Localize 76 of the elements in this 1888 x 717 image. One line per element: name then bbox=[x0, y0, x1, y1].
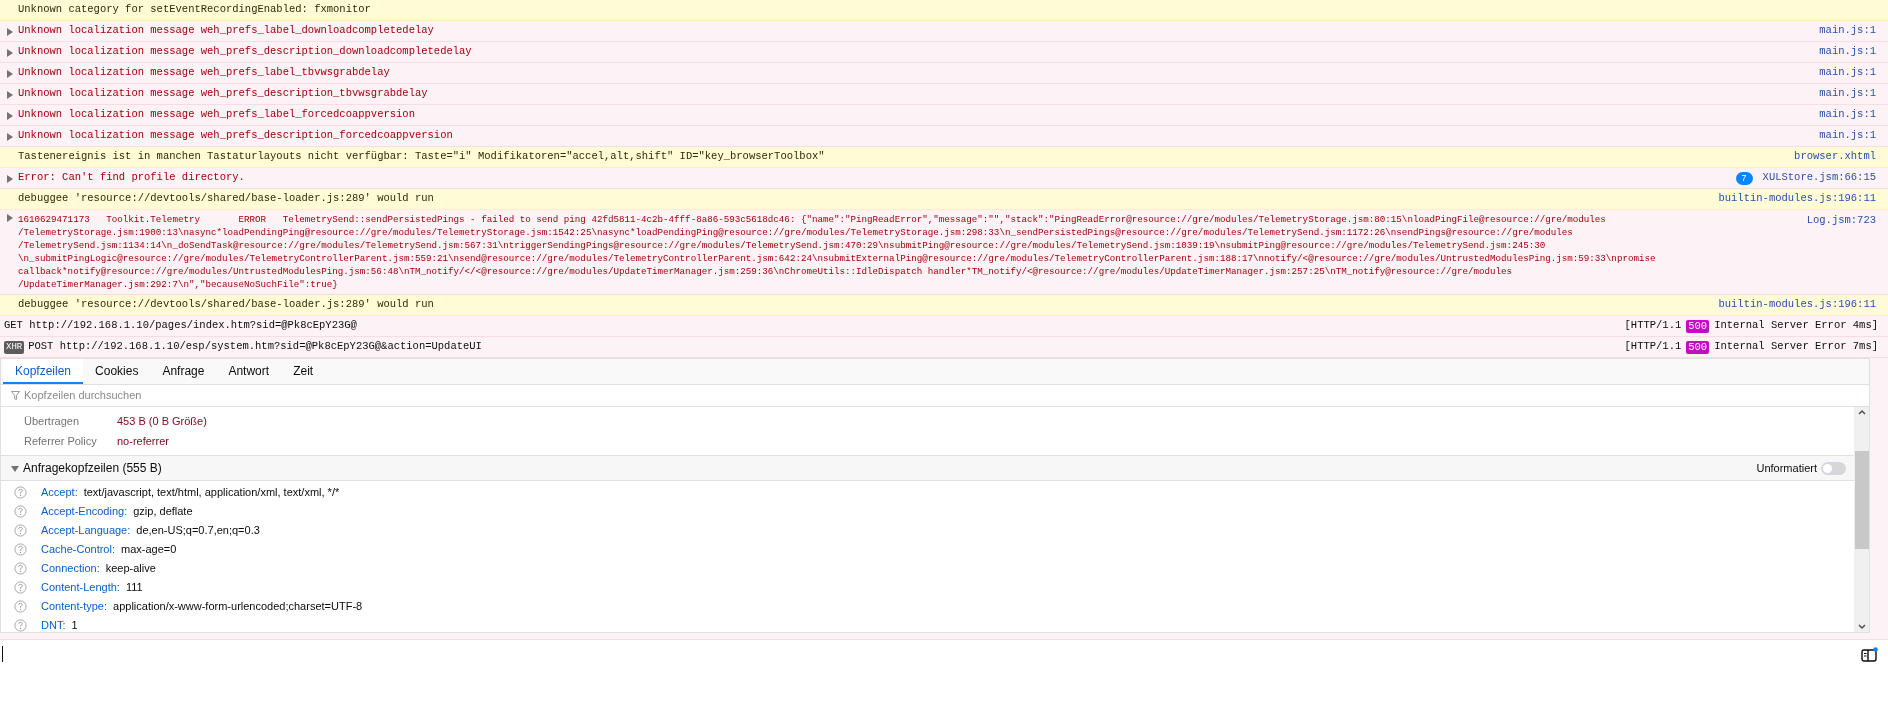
message-text: Unknown localization message weh_prefs_description_downloadcompletedelay bbox=[18, 44, 472, 60]
filter-icon bbox=[11, 391, 20, 400]
source-link[interactable]: main.js:1 bbox=[1819, 65, 1876, 81]
expand-arrow-icon[interactable] bbox=[6, 111, 14, 120]
source-link[interactable]: XULStore.jsm:66:15 bbox=[1762, 170, 1876, 186]
message-text: 1610629471173 Toolkit.Telemetry ERROR TelemetrySend::sendPersistedPings - failed to send ping 42fd5811-4c2b-4fff-8a86-593c5618dc46: {"name":"PingReadError","message":"","stack":"PingReadError@resource://gre/modules/TelemetryStorage.jsm:80:15\nloadPingFile@resource://gre/modules /TelemetryStorage.jsm:1900:13\nasync*loadPendingPing@resource://gre/modules/TelemetryStorage.jsm:1542:25\nasync*loadPendingPing@resource://gre/modules/TelemetryStorage.jsm:298:33\n_sendPersistedPings@resource://gre/modules/TelemetrySend.jsm:1172:26\nsendPings@resource://gre/modules /TelemetrySend.jsm:1134:14\n_doSendTask@resource://gre/modules/TelemetrySend.jsm:567:31\ntriggerSendingPings@resource://gre/modules/TelemetrySend.jsm:470:29\nsubmitPing@resource://gre/modules/TelemetrySend.jsm:1039:19\nsubmitPing@resource://gre/modules/TelemetrySend.jsm:245:30 \n_submitPingLogic@resource://gre/modules/TelemetryControllerParent.jsm:559:21\nsend@resource://gre/modules/TelemetryControllerParent.jsm:642:24\nsubmitExternalPing@resource://gre/modules/TelemetryControllerParent.jsm:188:17\nnotify/<@resource://gre/modules/UntrustedModulesPing.jsm:59:33\npromise callback*notify@resource://gre/modules/UntrustedModulesPing.jsm:56:48\nTM_notify/</<@resource://gre/modules/UpdateTimerManager.jsm:259:36\nChromeUtils::IdleDispatch handler*TM_notify/<@resource://gre/modules/UpdateTimerManager.jsm:257:25\nTM_notify@resource://gre/modules /UpdateTimerManager.jsm:292:7\n","becauseNoSuchFile":true} bbox=[18, 213, 1657, 291]
summary-label: Referrer Policy bbox=[24, 433, 98, 449]
source-link[interactable]: main.js:1 bbox=[1819, 44, 1876, 60]
scroll-down-icon[interactable] bbox=[1857, 624, 1866, 630]
expand-arrow-icon[interactable] bbox=[6, 90, 14, 99]
header-value: gzip, deflate bbox=[133, 504, 193, 520]
status-prefix: [HTTP/1.1 bbox=[1624, 339, 1682, 355]
status-code: 500 bbox=[1686, 319, 1710, 333]
message-text: Unknown localization message weh_prefs_label_downloadcompletedelay bbox=[18, 23, 434, 39]
header-name: Accept-Language: bbox=[41, 523, 131, 539]
details-tab[interactable]: Antwort bbox=[216, 359, 282, 384]
details-tab[interactable]: Anfrage bbox=[150, 359, 217, 384]
details-tab[interactable]: Zeit bbox=[281, 359, 326, 384]
raw-toggle[interactable] bbox=[1821, 461, 1846, 475]
details-tab[interactable]: Kopfzeilen bbox=[3, 359, 84, 384]
repeat-count: 7 bbox=[1735, 171, 1753, 185]
source-link[interactable]: main.js:1 bbox=[1819, 128, 1876, 144]
header-name: Connection: bbox=[41, 561, 100, 577]
request-url[interactable]: GET http://192.168.1.10/pages/index.htm?sid=@Pk8cEpY23G@ bbox=[4, 318, 357, 334]
status-prefix: [HTTP/1.1 bbox=[1624, 318, 1682, 334]
header-value: 1 bbox=[71, 618, 78, 632]
scroll-up-icon[interactable] bbox=[1857, 409, 1866, 415]
message-text: Error: Can't find profile directory. bbox=[18, 170, 245, 186]
message-text: debuggee 'resource://devtools/shared/base-loader.js:289' would run bbox=[18, 297, 434, 313]
message-text: debuggee 'resource://devtools/shared/base-loader.js:289' would run bbox=[18, 191, 434, 207]
source-link[interactable]: builtin-modules.js:196:11 bbox=[1718, 297, 1876, 313]
expand-arrow-icon[interactable] bbox=[11, 464, 19, 473]
header-name: Accept-Encoding: bbox=[41, 504, 128, 520]
source-link[interactable]: Log.jsm:723 bbox=[1806, 213, 1876, 229]
request-url[interactable]: POST http://192.168.1.10/esp/system.htm?sid=@Pk8cEpY23G@&action=UpdateUI bbox=[28, 339, 482, 355]
header-value: de,en-US;q=0.7,en;q=0.3 bbox=[136, 523, 260, 539]
toggle-label: Unformatiert bbox=[1756, 460, 1817, 476]
split-console-icon[interactable] bbox=[1861, 646, 1878, 662]
source-link[interactable]: main.js:1 bbox=[1819, 107, 1876, 123]
details-tab[interactable]: Cookies bbox=[83, 359, 151, 384]
message-text: Tastenereignis ist in manchen Tastaturlayouts nicht verfügbar: Taste="i" Modifikatoren="accel,alt,shift" ID="key_browserToolbox" bbox=[18, 149, 825, 165]
expand-arrow-icon[interactable] bbox=[6, 214, 14, 222]
message-text: Unknown localization message weh_prefs_description_forcedcoappversion bbox=[18, 128, 453, 144]
header-value: keep-alive bbox=[105, 561, 156, 577]
header-value: max-age=0 bbox=[121, 542, 177, 558]
expand-arrow-icon[interactable] bbox=[6, 48, 14, 57]
summary-value: no-referrer bbox=[117, 433, 169, 449]
expand-arrow-icon[interactable] bbox=[6, 174, 14, 183]
summary-label: Übertragen bbox=[24, 413, 81, 429]
message-text: Unknown localization message weh_prefs_description_tbvwsgrabdelay bbox=[18, 86, 428, 102]
expand-arrow-icon[interactable] bbox=[6, 132, 14, 141]
filter-field[interactable]: Kopfzeilen durchsuchen bbox=[24, 387, 1859, 404]
message-text: Unknown category for setEventRecordingEnabled: fxmonitor bbox=[18, 2, 371, 18]
expand-arrow-icon[interactable] bbox=[6, 27, 14, 36]
header-name: Accept: bbox=[41, 485, 78, 501]
source-link[interactable]: browser.xhtml bbox=[1794, 149, 1876, 165]
header-value: text/javascript, text/html, application/xml, text/xml, */* bbox=[83, 485, 340, 501]
header-name: Content-Length: bbox=[41, 580, 120, 596]
message-text: Unknown localization message weh_prefs_label_forcedcoappversion bbox=[18, 107, 415, 123]
header-name: DNT: bbox=[41, 618, 66, 632]
header-value: 111 bbox=[125, 580, 143, 596]
expand-arrow-icon[interactable] bbox=[6, 69, 14, 78]
status-code: 500 bbox=[1686, 340, 1710, 354]
scrollbar[interactable] bbox=[1854, 407, 1869, 632]
source-link[interactable]: builtin-modules.js:196:11 bbox=[1718, 191, 1876, 207]
status-text: Internal Server Error 4ms] bbox=[1714, 318, 1878, 334]
header-name: Content-type: bbox=[41, 599, 108, 615]
summary-value: 453 B (0 B Größe) bbox=[117, 413, 207, 429]
status-text: Internal Server Error 7ms] bbox=[1714, 339, 1878, 355]
message-text: Unknown localization message weh_prefs_label_tbvwsgrabdelay bbox=[18, 65, 390, 81]
section-title[interactable]: Anfragekopfzeilen (555 B) bbox=[23, 459, 162, 477]
header-value: application/x-www-form-urlencoded;charset=UTF-8 bbox=[113, 599, 363, 615]
xhr-badge: XHR bbox=[4, 340, 25, 354]
source-link[interactable]: main.js:1 bbox=[1819, 23, 1876, 39]
source-link[interactable]: main.js:1 bbox=[1819, 86, 1876, 102]
header-name: Cache-Control: bbox=[41, 542, 115, 558]
